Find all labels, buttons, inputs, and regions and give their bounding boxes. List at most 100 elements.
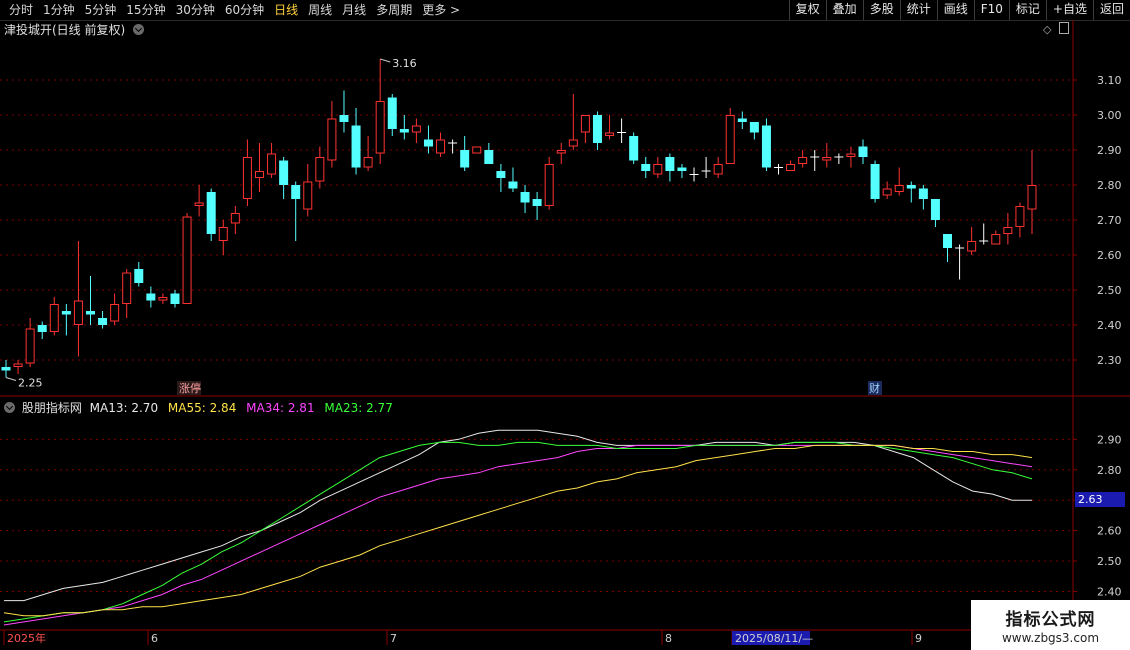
candle-body-down — [170, 293, 180, 304]
candle-body-up — [544, 164, 554, 206]
price-axis-label: 2.60 — [1097, 249, 1122, 262]
candle-body-up — [894, 185, 904, 192]
time-axis-label: 8 — [665, 632, 672, 645]
candle-body-up — [254, 171, 264, 178]
ma34-line — [3, 444, 1033, 626]
watermark-title: 指标公式网 — [1005, 610, 1096, 630]
indicator-axis-label: 2.60 — [1097, 525, 1122, 538]
candle-body-up — [967, 241, 977, 252]
candle-body-up — [991, 234, 1001, 245]
candle-body-up — [158, 297, 168, 301]
candle-body-down — [37, 325, 47, 332]
indicator-axis-label: 2.80 — [1097, 464, 1122, 477]
low-pointer — [5, 377, 17, 381]
candle-body-up — [122, 272, 132, 304]
candle-body-down — [484, 150, 494, 164]
price-axis-label: 2.90 — [1097, 144, 1122, 157]
indicator-axis-label: 2.90 — [1097, 433, 1122, 446]
candle-body-down — [677, 167, 687, 171]
candle-body-down — [1, 367, 11, 371]
indicator-legend: 股朋指标网 MA13: 2.70 MA55: 2.84 MA34: 2.81 M… — [0, 397, 1075, 415]
candle-body-down — [943, 234, 953, 248]
candle-body-down — [737, 118, 747, 122]
indicator-name: 股朋指标网 MA13: 2.70 MA55: 2.84 MA34: 2.81 M… — [4, 399, 393, 416]
candle-body-up — [653, 164, 663, 175]
high-price-label: 3.16 — [392, 57, 417, 70]
candle-body-up — [1015, 206, 1025, 227]
candle-body-down — [749, 122, 759, 133]
high-pointer — [380, 58, 391, 63]
price-axis-label: 2.80 — [1097, 179, 1122, 192]
candle-body-up — [13, 363, 23, 367]
candle-body-down — [206, 192, 216, 234]
candle-body-up — [436, 139, 446, 154]
candle-body-up — [375, 101, 385, 154]
candle-body-down — [399, 129, 409, 133]
price-axis-label: 2.50 — [1097, 284, 1122, 297]
time-axis-label: 2025年 — [7, 631, 46, 645]
candle-body-up — [182, 216, 192, 304]
candle-body-down — [930, 199, 940, 220]
candle-body-up — [1003, 227, 1013, 234]
candle-body-down — [61, 311, 71, 315]
low-price-label: 2.25 — [18, 377, 43, 390]
candle-body-down — [918, 188, 928, 199]
candle-body-down — [291, 185, 301, 199]
candle-body-up — [218, 227, 228, 241]
candle-body-down — [423, 139, 433, 147]
candle-body-down — [761, 125, 771, 168]
candle-body-up — [822, 157, 832, 161]
candle-body-down — [134, 269, 144, 283]
candle-body-down — [98, 318, 108, 325]
watermark-logo: 指标公式网 www.zbgs3.com — [971, 600, 1130, 650]
time-axis-label: 6 — [151, 632, 158, 645]
candle-body-up — [1027, 185, 1037, 210]
candle-body-up — [713, 164, 723, 175]
ma34-value: MA34: 2.81 — [246, 401, 315, 415]
zhangting-badge: 涨停 — [179, 381, 201, 395]
candle-body-up — [786, 164, 796, 171]
indicator-axis-label: 2.40 — [1097, 585, 1122, 598]
candle-body-down — [339, 115, 349, 122]
candle-body-up — [315, 157, 325, 182]
candle-body-down — [85, 311, 95, 315]
candle-body-down — [496, 171, 506, 178]
candle-body-up — [327, 118, 337, 161]
candle-body-up — [472, 146, 482, 154]
candle-body-down — [508, 181, 518, 189]
watermark-url: www.zbgs3.com — [1001, 631, 1100, 645]
ma23-value: MA23: 2.77 — [324, 401, 393, 415]
candle-body-down — [279, 160, 289, 185]
price-axis-label: 2.40 — [1097, 319, 1122, 332]
candle-body-down — [351, 125, 361, 168]
candle-body-down — [641, 164, 651, 171]
candle-body-down — [520, 192, 530, 203]
candle-body-up — [580, 115, 590, 133]
candle-body-up — [411, 125, 421, 133]
candle-body-up — [110, 304, 120, 322]
candle-body-down — [532, 199, 542, 206]
candle-body-down — [460, 150, 470, 168]
candle-body-down — [665, 157, 675, 171]
cai-badge: 财 — [869, 381, 880, 395]
candle-body-up — [363, 157, 373, 168]
candle-body-down — [870, 164, 880, 199]
candle-body-down — [387, 97, 397, 129]
candle-body-up — [556, 150, 566, 154]
time-axis-label: 7 — [390, 632, 397, 645]
candle-body-up — [242, 157, 252, 199]
price-axis-label: 3.10 — [1097, 74, 1122, 87]
ma13-value: MA13: 2.70 — [89, 401, 159, 415]
candle-body-up — [568, 139, 578, 147]
kline-chart[interactable]: 3.10 3.00 2.90 2.80 2.70 2.60 2.50 2.40 2.30 2.90… — [0, 0, 1130, 650]
price-axis-label: 2.70 — [1097, 214, 1122, 227]
candle-body-up — [882, 188, 892, 196]
candle-body-up — [303, 181, 313, 210]
time-axis-label: 2025/08/11/— — [735, 632, 813, 645]
candle-body-up — [49, 304, 59, 332]
candle-body-up — [194, 202, 204, 206]
chevron-down-icon[interactable] — [4, 402, 15, 413]
candle-body-up — [73, 300, 83, 325]
candle-body-up — [725, 115, 735, 164]
price-axis-label: 2.30 — [1097, 354, 1122, 367]
